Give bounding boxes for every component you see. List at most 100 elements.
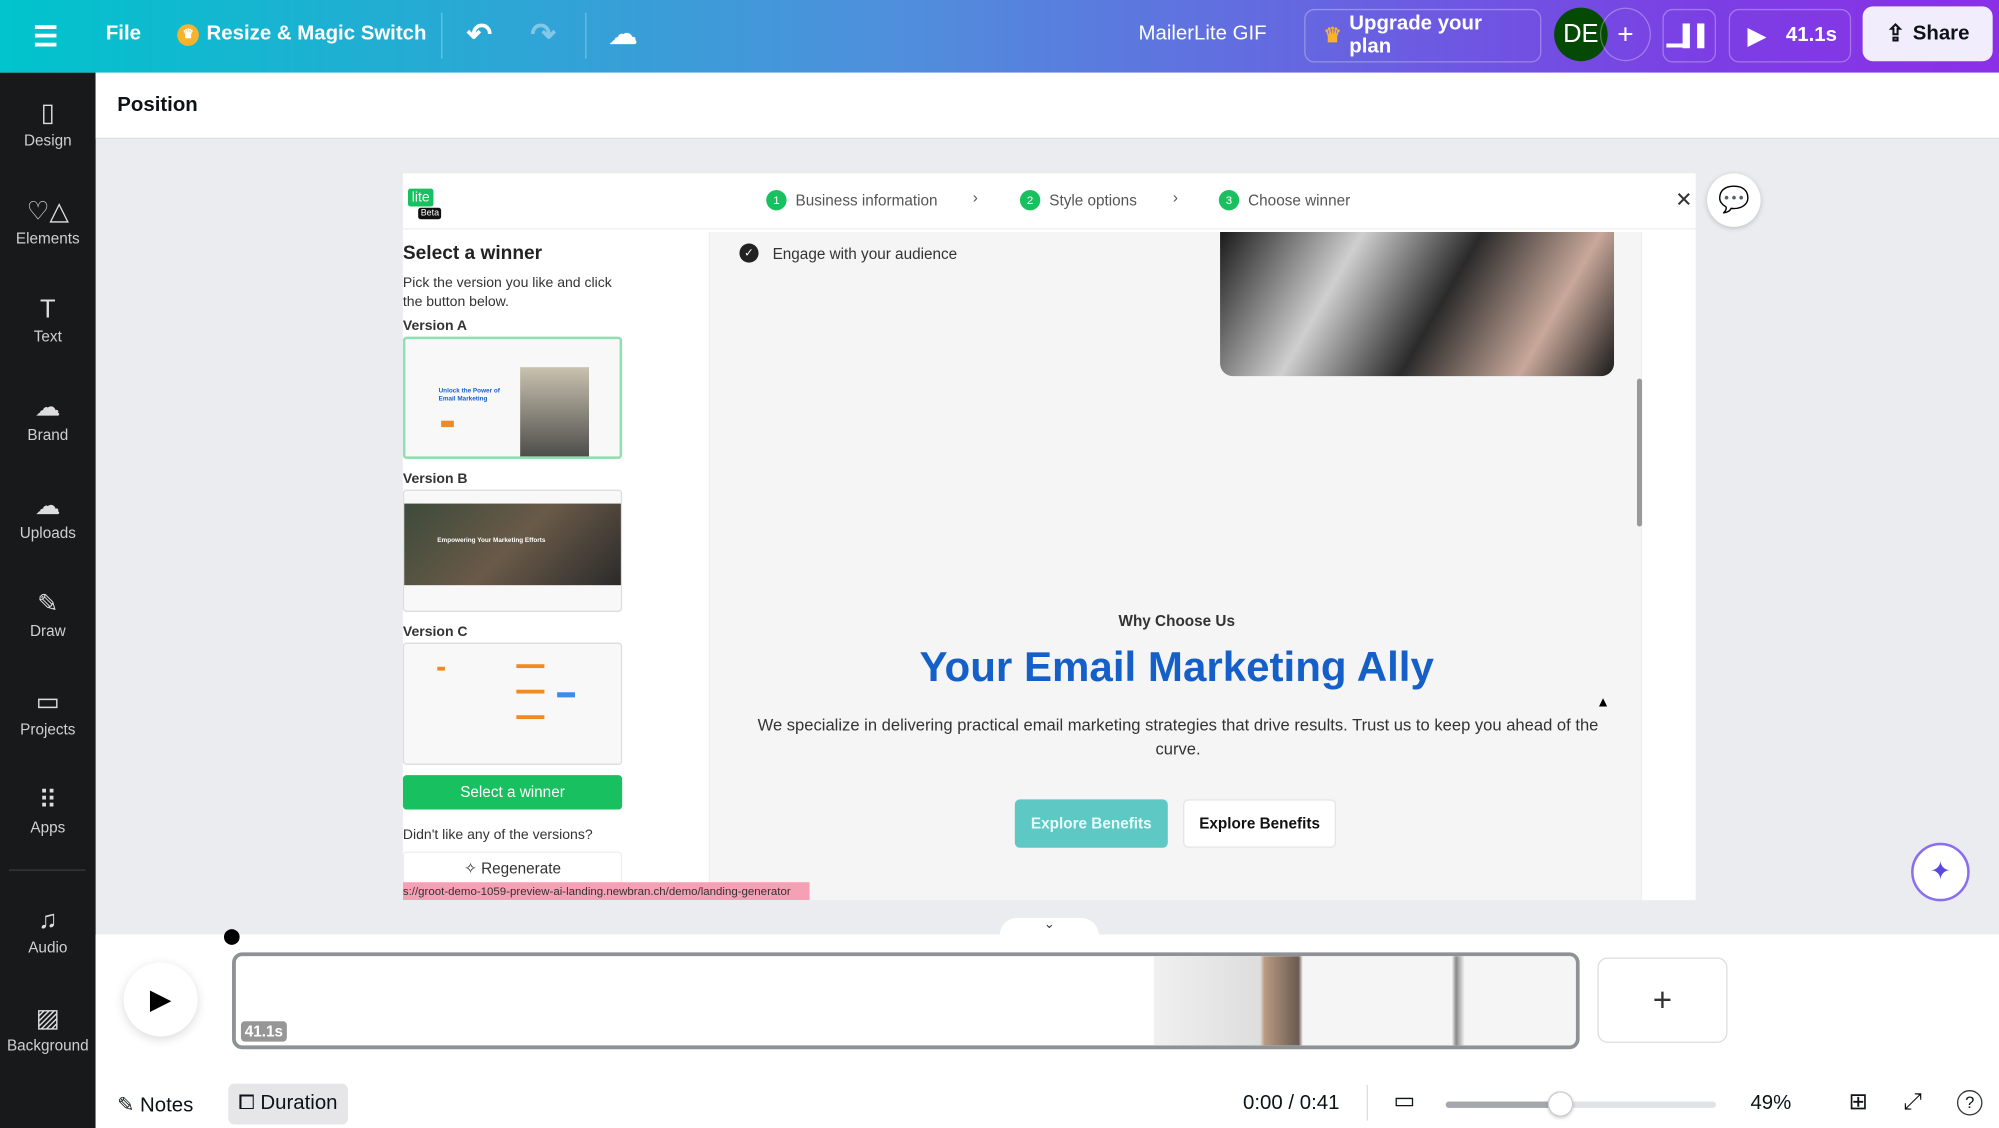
sidebar-item-text[interactable]: T Text [0,295,96,346]
step-business-information[interactable]: 1 Business information [766,189,938,211]
hamburger-icon[interactable]: ☰ [33,20,58,53]
upload-cloud-icon: ☁ [35,492,61,521]
sidebar-item-uploads[interactable]: ☁ Uploads [0,491,96,542]
elements-icon: ♡△ [26,197,70,226]
sidebar-item-audio[interactable]: ♫ Audio [0,905,96,956]
undo-icon[interactable]: ↶ [467,17,493,54]
folder-icon: ▭ [35,688,60,717]
select-winner-button[interactable]: Select a winner [402,775,623,810]
divider [8,869,86,871]
clip-frames [1153,956,1576,1046]
close-icon[interactable]: ✕ [1675,187,1692,212]
crown-icon: ♛ [177,23,199,46]
grid-view-icon[interactable]: ⊞ [1849,1089,1868,1116]
people-photo [520,367,590,457]
sidebar-item-projects[interactable]: ▭ Projects [0,687,96,738]
version-b-label: Version B [402,471,468,488]
draw-icon: ✎ [37,590,59,619]
top-bar: ☰ File ♛ Resize & Magic Switch ↶ ↷ ☁ Mail… [0,0,1999,73]
zoom-percent[interactable]: 49% [1750,1093,1791,1116]
resize-magic-switch-button[interactable]: ♛ Resize & Magic Switch [177,23,426,46]
page-view-icon[interactable]: ▭ [1393,1087,1415,1114]
add-collaborator-button[interactable]: + [1599,7,1651,62]
zoom-slider[interactable] [1445,1091,1717,1117]
sidebar-item-elements[interactable]: ♡△ Elements [0,196,96,248]
play-icon: ▶ [1747,22,1766,48]
version-a-label: Version A [402,318,468,335]
music-note-icon: ♫ [38,906,58,935]
play-button[interactable]: ▶ [123,962,198,1037]
share-button[interactable]: ⇪ Share [1862,6,1993,62]
section-body: We specialize in delivering practical em… [757,715,1599,759]
notes-button[interactable]: ✎ Notes [117,1093,193,1118]
context-toolbar: Position [95,72,1999,139]
page-header: lite Beta 1 Business information › 2 Style… [402,173,1696,230]
sidebar-item-background[interactable]: ▨ Background [0,1003,96,1055]
version-a-thumbnail[interactable]: Unlock the Power of Email Marketing [402,336,623,459]
chevron-right-icon: › [972,188,978,207]
version-b-thumbnail[interactable]: Empowering Your Marketing Efforts [402,489,623,612]
scrollbar[interactable] [1636,378,1643,527]
notes-icon: ✎ [117,1095,135,1117]
chevron-right-icon: › [1172,188,1179,207]
add-comment-icon[interactable]: 💬 [1707,173,1761,227]
feature-item: Engage with your audience [772,244,958,263]
design-icon: ▯ [40,99,55,128]
explore-benefits-button[interactable]: Explore Benefits [1014,799,1168,848]
didnt-like-text: Didn't like any of the versions? [402,827,593,843]
check-circle-icon: ✓ [739,243,759,263]
logo: lite [407,188,434,207]
timeline-clip[interactable]: 41.1s [232,952,1580,1050]
redo-icon[interactable]: ↷ [530,17,556,54]
cloud-saved-icon[interactable]: ☁ [609,18,637,51]
playback-time: 0:00 / 0:41 [1243,1092,1340,1115]
bar-chart-icon: ▁▌▌ [1666,25,1712,48]
regenerate-button[interactable]: ✧ Regenerate [402,851,623,885]
sidebar-item-apps[interactable]: ⠿ Apps [0,785,96,837]
collapse-chevron-icon[interactable]: ⌄ [999,917,1099,936]
version-c-thumbnail[interactable] [402,642,623,765]
panel-description: Pick the version you like and click the … [402,275,612,310]
analytics-button[interactable]: ▁▌▌ [1662,8,1717,63]
brand-icon: ☁ [35,393,61,422]
section-heading: Your Email Marketing Ally [919,642,1434,690]
file-menu[interactable]: File [106,23,141,46]
playhead-marker[interactable]: ⬤ [223,927,240,945]
sidebar-item-design[interactable]: ▯ Design [0,98,96,149]
explore-benefits-secondary-button[interactable]: Explore Benefits [1183,799,1337,848]
upgrade-plan-button[interactable]: ♛ Upgrade your plan [1304,8,1542,63]
preview-area: ✓ Engage with your audience Why Choose U… [708,232,1643,901]
step-choose-winner[interactable]: 3 Choose winner [1218,189,1350,211]
background-pattern-icon: ▨ [35,1004,60,1033]
clip-duration-badge: 41.1s [240,1021,287,1042]
present-button[interactable]: ▶ 41.1s [1728,8,1852,63]
sidebar-item-brand[interactable]: ☁ Brand [0,393,96,444]
fullscreen-icon[interactable]: ⤢ [1903,1089,1921,1116]
sidebar: ▯ Design ♡△ Elements T Text ☁ Brand ☁ Uploads… [0,72,96,1128]
crown-icon: ♛ [1323,25,1342,48]
timeline-panel: ⌄ ⬤ ▶ 41.1s + ✎ Notes ⧠ Duration 0:00 / … [95,917,1999,1128]
laptop-photo [1220,232,1615,377]
winner-panel: Select a winner Pick the version you lik… [402,232,651,901]
add-page-button[interactable]: + [1597,957,1728,1043]
help-icon[interactable]: ? [1956,1090,1983,1116]
panel-title: Select a winner [402,242,543,264]
url-status-bar: s://groot-demo-1059-preview-ai-landing.n… [402,882,810,901]
apps-grid-icon: ⠿ [38,786,58,815]
eyebrow-text: Why Choose Us [1118,611,1235,630]
design-canvas[interactable]: lite Beta 1 Business information › 2 Style… [402,173,1696,901]
version-c-label: Version C [402,624,468,640]
magic-assistant-icon[interactable]: ✦ [1911,842,1970,902]
beta-badge: Beta [418,207,442,220]
step-style-options[interactable]: 2 Style options [1019,189,1137,211]
zoom-slider-handle[interactable] [1548,1091,1574,1117]
position-button[interactable]: Position [117,94,197,117]
duration-button[interactable]: ⧠ Duration [228,1083,348,1125]
design-title[interactable]: MailerLite GIF [1138,23,1266,46]
mouse-cursor-icon: ▲ [1596,694,1611,711]
share-icon: ⇪ [1885,20,1906,46]
text-icon: T [40,295,56,324]
sidebar-item-draw[interactable]: ✎ Draw [0,589,96,640]
duration-icon: ⧠ [238,1092,255,1115]
sparkle-icon: ✧ [463,859,477,878]
